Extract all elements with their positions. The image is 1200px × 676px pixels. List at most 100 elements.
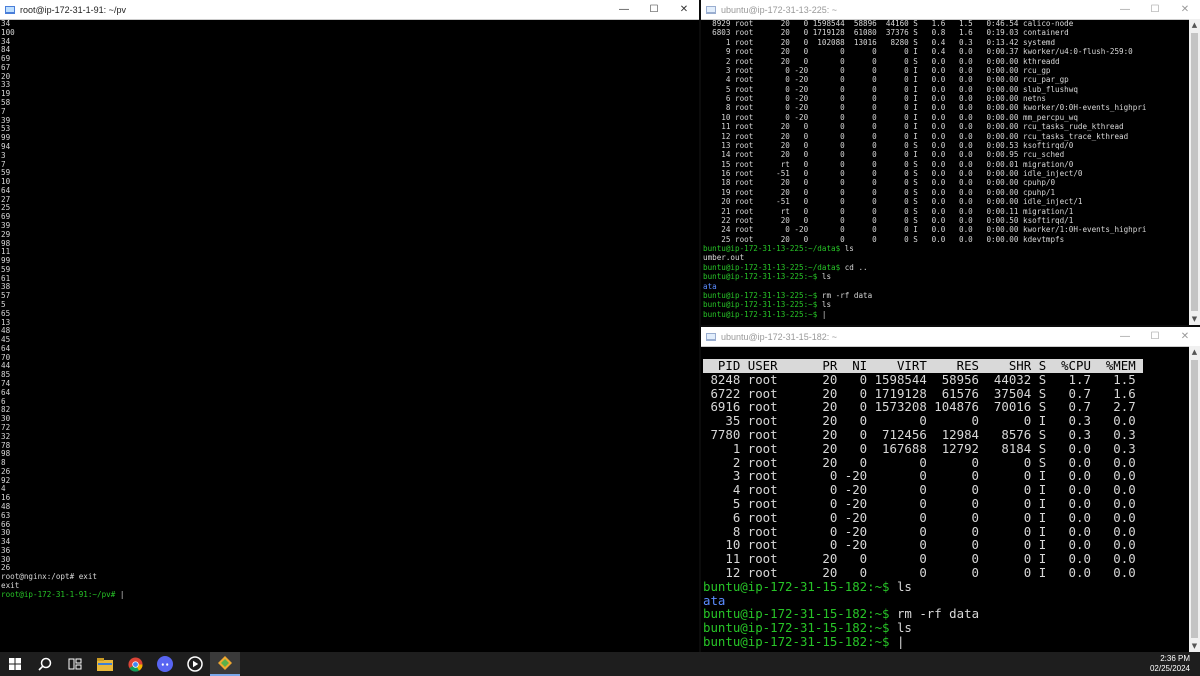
output-lines: 34 100 34 84 69 67 20 33 19 58 7 39 53 99 94 3 7 59 10 64 27… (1, 20, 699, 573)
putty-icon (5, 5, 15, 14)
shell-prompt: buntu@ip-172-31-13-225:~$ (703, 300, 822, 310)
terminal-line: root@nginx:/opt# exit (1, 572, 98, 582)
shell-prompt: buntu@ip-172-31-15-182:~$ (703, 606, 897, 622)
maximize-button[interactable]: ☐ (639, 0, 669, 19)
terminal-line: 100 (1, 27, 15, 37)
terminal-line: 45 (1, 335, 11, 345)
terminal-line: 25 (1, 203, 11, 213)
terminal-line: 2 root 20 0 0 0 0 S 0.0 0.0 0:00.00 kthr… (703, 56, 1060, 66)
terminal-output[interactable]: PID USER PR NI VIRT RES SHR S %CPU %MEM … (701, 359, 1188, 652)
terminal-line: 12 root 20 0 0 0 0 I 0.0 0.0 (703, 564, 1136, 580)
terminal-window-top-right[interactable]: ubuntu@ip-172-31-13-225: ~ — ☐ ✕ 8929 ro… (701, 0, 1200, 325)
scroll-down-arrow-icon[interactable]: ▼ (1189, 640, 1200, 652)
terminal-line: 34 (1, 20, 11, 28)
terminal-line: 6 root 0 -20 0 0 0 I 0.0 0.0 (703, 509, 1136, 525)
terminal-line: 38 (1, 282, 11, 292)
shell-prompt: buntu@ip-172-31-13-225:~$ (703, 290, 822, 300)
window-titlebar[interactable]: root@ip-172-31-1-91: ~/pv — ☐ ✕ (0, 0, 699, 20)
terminal-line: 27 (1, 194, 11, 204)
taskbar: 2:36 PM 02/25/2024 (0, 652, 1200, 676)
terminal-line: 10 root 0 -20 0 0 0 I 0.0 0.0 0:00.00 mm… (703, 112, 1078, 122)
file-explorer-button[interactable] (90, 652, 120, 676)
scroll-down-arrow-icon[interactable]: ▼ (1189, 313, 1200, 325)
putty-taskbar-button[interactable] (210, 652, 240, 676)
process-table: 8248 root 20 0 1598544 58956 44032 S 1.7… (703, 372, 1188, 580)
terminal-line: 4 (1, 484, 6, 494)
terminal-line: 6 root 0 -20 0 0 0 I 0.0 0.0 0:00.00 net… (703, 94, 1046, 103)
terminal-line: 8 root 0 -20 0 0 0 I 0.0 0.0 0:00.00 kwo… (703, 103, 1147, 113)
scroll-up-arrow-icon[interactable]: ▲ (1189, 346, 1200, 358)
terminal-line: 99 (1, 133, 11, 143)
close-button[interactable]: ✕ (1170, 0, 1200, 19)
close-button[interactable]: ✕ (669, 0, 699, 19)
minimize-button[interactable]: — (609, 0, 639, 19)
terminal-line: 8929 root 20 0 1598544 58896 44160 S 1.6… (703, 19, 1074, 28)
folder-icon (97, 657, 113, 671)
minimize-button[interactable]: — (1110, 327, 1140, 346)
window-titlebar[interactable]: ubuntu@ip-172-31-15-182: ~ — ☐ ✕ (701, 327, 1200, 347)
process-table: 8929 root 20 0 1598544 58896 44160 S 1.6… (703, 19, 1188, 244)
chrome-icon (127, 656, 143, 672)
system-clock[interactable]: 2:36 PM 02/25/2024 (1150, 654, 1190, 674)
terminal-line: 2 root 20 0 0 0 0 S 0.0 0.0 (703, 454, 1136, 470)
start-button[interactable] (0, 652, 30, 676)
shell-prompt: buntu@ip-172-31-13-225:~$ (703, 309, 822, 319)
terminal-line: 64 (1, 185, 11, 195)
terminal-line: 6 (1, 396, 6, 406)
window-titlebar[interactable]: ubuntu@ip-172-31-13-225: ~ — ☐ ✕ (701, 0, 1200, 20)
maximize-button[interactable]: ☐ (1140, 327, 1170, 346)
terminal-line: buntu@ip-172-31-15-182:~$ | (703, 635, 1188, 649)
terminal-line: 30 (1, 528, 11, 538)
terminal-output[interactable]: 34 100 34 84 69 67 20 33 19 58 7 39 53 99 94 3 7 59 10 64 27… (0, 20, 699, 652)
putty-icon (218, 656, 232, 670)
terminal-line: 25 root 20 0 0 0 0 S 0.0 0.0 0:00.00 kde… (703, 234, 1065, 244)
chrome-button[interactable] (120, 652, 150, 676)
terminal-line: 12 root 20 0 0 0 0 I 0.0 0.0 0:00.00 rcu… (703, 131, 1129, 141)
terminal-line: 29 (1, 229, 11, 239)
command-text: ls (896, 620, 912, 636)
terminal-line: 11 (1, 247, 11, 257)
terminal-line: 70 (1, 352, 11, 362)
vertical-scrollbar[interactable]: ▲ ▼ (1189, 19, 1200, 325)
terminal-line: 85 (1, 370, 11, 380)
terminal-line: buntu@ip-172-31-13-225:~/data$ ls (703, 244, 1188, 253)
text-cursor: | (821, 309, 827, 319)
terminal-line: 3 root 0 -20 0 0 0 I 0.0 0.0 (703, 468, 1136, 484)
terminal-line: 15 root rt 0 0 0 0 S 0.0 0.0 0:00.01 mig… (703, 159, 1074, 169)
shell-prompt: buntu@ip-172-31-13-225:~/data$ (703, 262, 845, 272)
maximize-button[interactable]: ☐ (1140, 0, 1170, 19)
terminal-line: 57 (1, 291, 11, 301)
close-button[interactable]: ✕ (1170, 327, 1200, 346)
terminal-line: 39 (1, 220, 11, 230)
command-text: ls (896, 578, 912, 594)
discord-button[interactable] (150, 652, 180, 676)
terminal-line: 99 (1, 256, 11, 266)
minimize-button[interactable]: — (1110, 0, 1140, 19)
terminal-window-bottom-right[interactable]: ubuntu@ip-172-31-15-182: ~ — ☐ ✕ PID USE… (701, 327, 1200, 652)
terminal-line: 21 root rt 0 0 0 0 S 0.0 0.0 0:00.11 mig… (703, 206, 1074, 216)
terminal-line: 6803 root 20 0 1719128 61080 37376 S 0.8… (703, 28, 1069, 38)
terminal-line: 5 root 0 -20 0 0 0 I 0.0 0.0 (703, 495, 1136, 511)
terminal-window-left[interactable]: root@ip-172-31-1-91: ~/pv — ☐ ✕ 34 100 34 8… (0, 0, 699, 652)
media-player-button[interactable] (180, 652, 210, 676)
terminal-line: 11 root 20 0 0 0 0 I 0.0 0.0 (703, 551, 1136, 567)
scrollbar-thumb[interactable] (1191, 360, 1198, 638)
clock-time: 2:36 PM (1160, 654, 1190, 663)
terminal-line: buntu@ip-172-31-15-182:~$ ls (703, 621, 1188, 635)
terminal-line: 65 (1, 308, 11, 318)
terminal-output[interactable]: 8929 root 20 0 1598544 58896 44160 S 1.6… (701, 19, 1188, 325)
search-button[interactable] (30, 652, 60, 676)
terminal-line: 82 (1, 405, 11, 415)
terminal-line: 13 root 20 0 0 0 0 S 0.0 0.0 0:00.53 kso… (703, 140, 1074, 150)
command-text: rm -rf data (896, 606, 980, 622)
terminal-line: 98 (1, 238, 11, 248)
terminal-line: 4 root 0 -20 0 0 0 I 0.0 0.0 0:00.00 rcu… (703, 75, 1069, 85)
putty-icon (706, 332, 716, 341)
vertical-scrollbar[interactable]: ▲ ▼ (1189, 346, 1200, 652)
terminal-line: root@ip-172-31-1-91:~/pv# | (1, 590, 699, 600)
terminal-line: 69 (1, 54, 11, 64)
terminal-line: 92 (1, 475, 11, 485)
task-view-button[interactable] (60, 652, 90, 676)
scroll-up-arrow-icon[interactable]: ▲ (1189, 19, 1200, 31)
scrollbar-thumb[interactable] (1191, 33, 1198, 311)
